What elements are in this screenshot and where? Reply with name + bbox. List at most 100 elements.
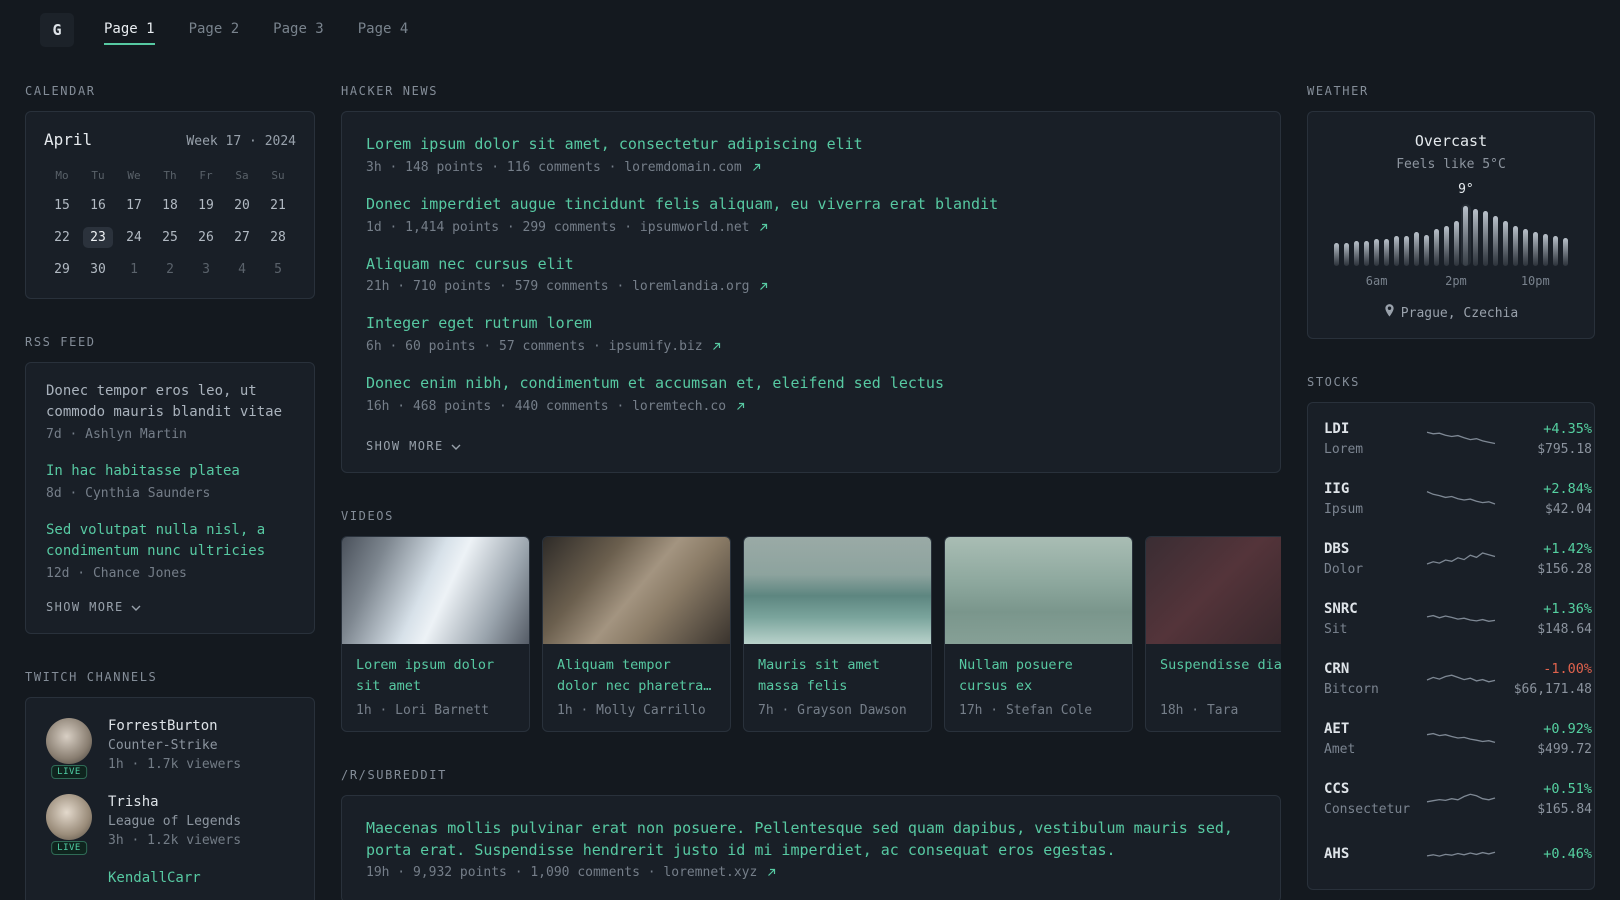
weather-bar	[1372, 204, 1382, 266]
calendar-day: 24	[126, 229, 142, 245]
stock-price: $148.64	[1537, 622, 1592, 637]
stock-price: $156.28	[1537, 562, 1592, 577]
video-card[interactable]: Mauris sit amet massa felis 7h · Grayson…	[743, 535, 932, 732]
calendar-day-cell: 26	[188, 222, 224, 252]
channel-avatar	[46, 870, 92, 900]
external-link-icon[interactable]	[710, 339, 721, 354]
stock-row[interactable]: AET Amet +0.92% $499.72	[1324, 709, 1592, 769]
channel-name[interactable]: KendallCarr	[108, 870, 201, 886]
weather-feels-like: Feels like 5°C	[1396, 157, 1506, 172]
video-meta: 1h · Lori Barnett	[356, 702, 490, 718]
page-tab[interactable]: Page 2	[189, 15, 240, 45]
external-link-icon[interactable]	[765, 865, 776, 880]
chevron-down-icon	[451, 439, 461, 453]
external-link-icon[interactable]	[734, 399, 745, 414]
weather-location: Prague, Czechia	[1326, 304, 1576, 322]
rss-item-meta: 8d · Cynthia Saunders	[46, 486, 211, 501]
video-title[interactable]: Nullam posuere cursus ex	[945, 644, 1132, 697]
hackernews-show-more-button[interactable]: SHOW MORE	[366, 439, 461, 453]
calendar-day: 19	[198, 197, 214, 213]
weather-bar	[1411, 204, 1421, 266]
video-title[interactable]: Aliquam tempor dolor nec pharetra…	[543, 644, 730, 697]
rss-item-title[interactable]: Sed volutpat nulla nisl, a condimentum n…	[46, 520, 294, 562]
reddit-post-title[interactable]: Maecenas mollis pulvinar erat non posuer…	[366, 818, 1256, 862]
stock-row[interactable]: IIG Ipsum +2.84% $42.04	[1324, 469, 1592, 529]
stock-sparkline	[1426, 431, 1496, 445]
news-item-meta-text: 6h · 60 points · 57 comments · ipsumify.…	[366, 339, 703, 354]
calendar-weekday: Th	[163, 169, 177, 182]
stock-row[interactable]: DBS Dolor +1.42% $156.28	[1324, 529, 1592, 589]
news-item-title[interactable]: Lorem ipsum dolor sit amet, consectetur …	[366, 134, 1256, 156]
news-item-title[interactable]: Donec imperdiet augue tincidunt felis al…	[366, 194, 1256, 216]
stock-row[interactable]: CRN Bitcorn -1.00% $66,171.48	[1324, 649, 1592, 709]
weather-bar	[1540, 204, 1550, 266]
news-item-title[interactable]: Donec enim nibh, condimentum et accumsan…	[366, 373, 1256, 395]
stock-price: $165.84	[1537, 802, 1592, 817]
video-title[interactable]: Mauris sit amet massa felis	[744, 644, 931, 697]
video-card[interactable]: Lorem ipsum dolor sit amet consectetu… 1…	[341, 535, 530, 732]
weather-bar	[1521, 204, 1531, 266]
channel-meta: 1h · 1.7k viewers	[108, 757, 242, 772]
video-card[interactable]: Aliquam tempor dolor nec pharetra… 1h · …	[542, 535, 731, 732]
calendar-day-cell: 23	[80, 222, 116, 252]
stocks-widget: STOCKS LDI Lorem +4.35% $795.18 IIG Ipsu…	[1307, 375, 1595, 890]
rss-item: Donec tempor eros leo, ut commodo mauris…	[46, 381, 294, 442]
weather-section-title: WEATHER	[1307, 84, 1369, 98]
video-card[interactable]: Suspendisse diam 18h · Tara	[1145, 535, 1281, 732]
external-link-icon[interactable]	[757, 220, 768, 235]
calendar-week-year: Week 17 · 2024	[186, 134, 296, 149]
calendar-day-cell: 21	[260, 190, 296, 220]
stock-change: +2.84%	[1543, 481, 1592, 497]
stock-row[interactable]: CCS Consectetur +0.51% $165.84	[1324, 769, 1592, 829]
calendar-day-cell: 25	[152, 222, 188, 252]
stock-row[interactable]: AHS +0.46%	[1324, 829, 1592, 883]
external-link-icon[interactable]	[757, 279, 768, 294]
calendar-day: 20	[234, 197, 250, 213]
news-item-title[interactable]: Aliquam nec cursus elit	[366, 254, 1256, 276]
video-title[interactable]: Lorem ipsum dolor sit amet consectetu…	[342, 644, 529, 697]
video-thumbnail[interactable]	[1146, 536, 1281, 644]
calendar-weekday-row: Mo Tu We Th Fr Sa Su	[44, 163, 296, 190]
weather-widget: WEATHER Overcast Feels like 5°C 9° 6am 2p…	[1307, 84, 1595, 339]
video-title[interactable]: Suspendisse diam	[1146, 644, 1281, 697]
channel-category[interactable]: Counter-Strike	[108, 738, 241, 753]
video-thumbnail[interactable]	[342, 536, 529, 644]
external-link-icon[interactable]	[750, 160, 761, 175]
twitch-channel-row[interactable]: LIVE ForrestBurton Counter-Strike 1h · 1…	[46, 718, 294, 779]
weather-bar	[1431, 204, 1441, 266]
channel-name[interactable]: Trisha	[108, 794, 241, 810]
calendar-day: 21	[270, 197, 286, 213]
location-pin-icon	[1384, 304, 1395, 322]
video-thumbnail[interactable]	[543, 536, 730, 644]
middle-column: HACKER NEWS Lorem ipsum dolor sit amet, …	[341, 84, 1281, 900]
weather-bar	[1550, 204, 1560, 266]
page-tab[interactable]: Page 1	[104, 15, 155, 45]
calendar-day-cell: 19	[188, 190, 224, 220]
twitch-channel-row[interactable]: LIVE KendallCarr	[46, 870, 294, 900]
rss-show-more-button[interactable]: SHOW MORE	[46, 600, 141, 614]
news-item-title[interactable]: Integer eget rutrum lorem	[366, 313, 1256, 335]
videos-widget: VIDEOS Lorem ipsum dolor sit amet consec…	[341, 509, 1281, 732]
channel-name[interactable]: ForrestBurton	[108, 718, 241, 734]
video-card[interactable]: Nullam posuere cursus ex 17h · Stefan Co…	[944, 535, 1133, 732]
calendar-day: 28	[270, 229, 286, 245]
video-thumbnail[interactable]	[744, 536, 931, 644]
rss-item-title[interactable]: In hac habitasse platea	[46, 461, 294, 482]
calendar-day: 22	[54, 229, 70, 245]
weather-bar-chart: 9°	[1332, 182, 1570, 266]
calendar-section-title: CALENDAR	[25, 84, 96, 98]
stock-row[interactable]: SNRC Sit +1.36% $148.64	[1324, 589, 1592, 649]
page-tab[interactable]: Page 3	[273, 15, 324, 45]
calendar-day: 2	[166, 261, 174, 277]
stock-row[interactable]: LDI Lorem +4.35% $795.18	[1324, 409, 1592, 469]
page-tab[interactable]: Page 4	[358, 15, 409, 45]
rss-show-more-label: SHOW MORE	[46, 600, 124, 614]
channel-category[interactable]: League of Legends	[108, 814, 241, 829]
video-meta: 17h · Stefan Cole	[959, 702, 1093, 718]
rss-item-title[interactable]: Donec tempor eros leo, ut commodo mauris…	[46, 381, 294, 423]
twitch-channel-row[interactable]: LIVE Trisha League of Legends 3h · 1.2k …	[46, 794, 294, 855]
video-thumbnail[interactable]	[945, 536, 1132, 644]
weather-bar	[1501, 204, 1511, 266]
stock-name: Amet	[1324, 742, 1356, 757]
weather-bar	[1491, 204, 1501, 266]
